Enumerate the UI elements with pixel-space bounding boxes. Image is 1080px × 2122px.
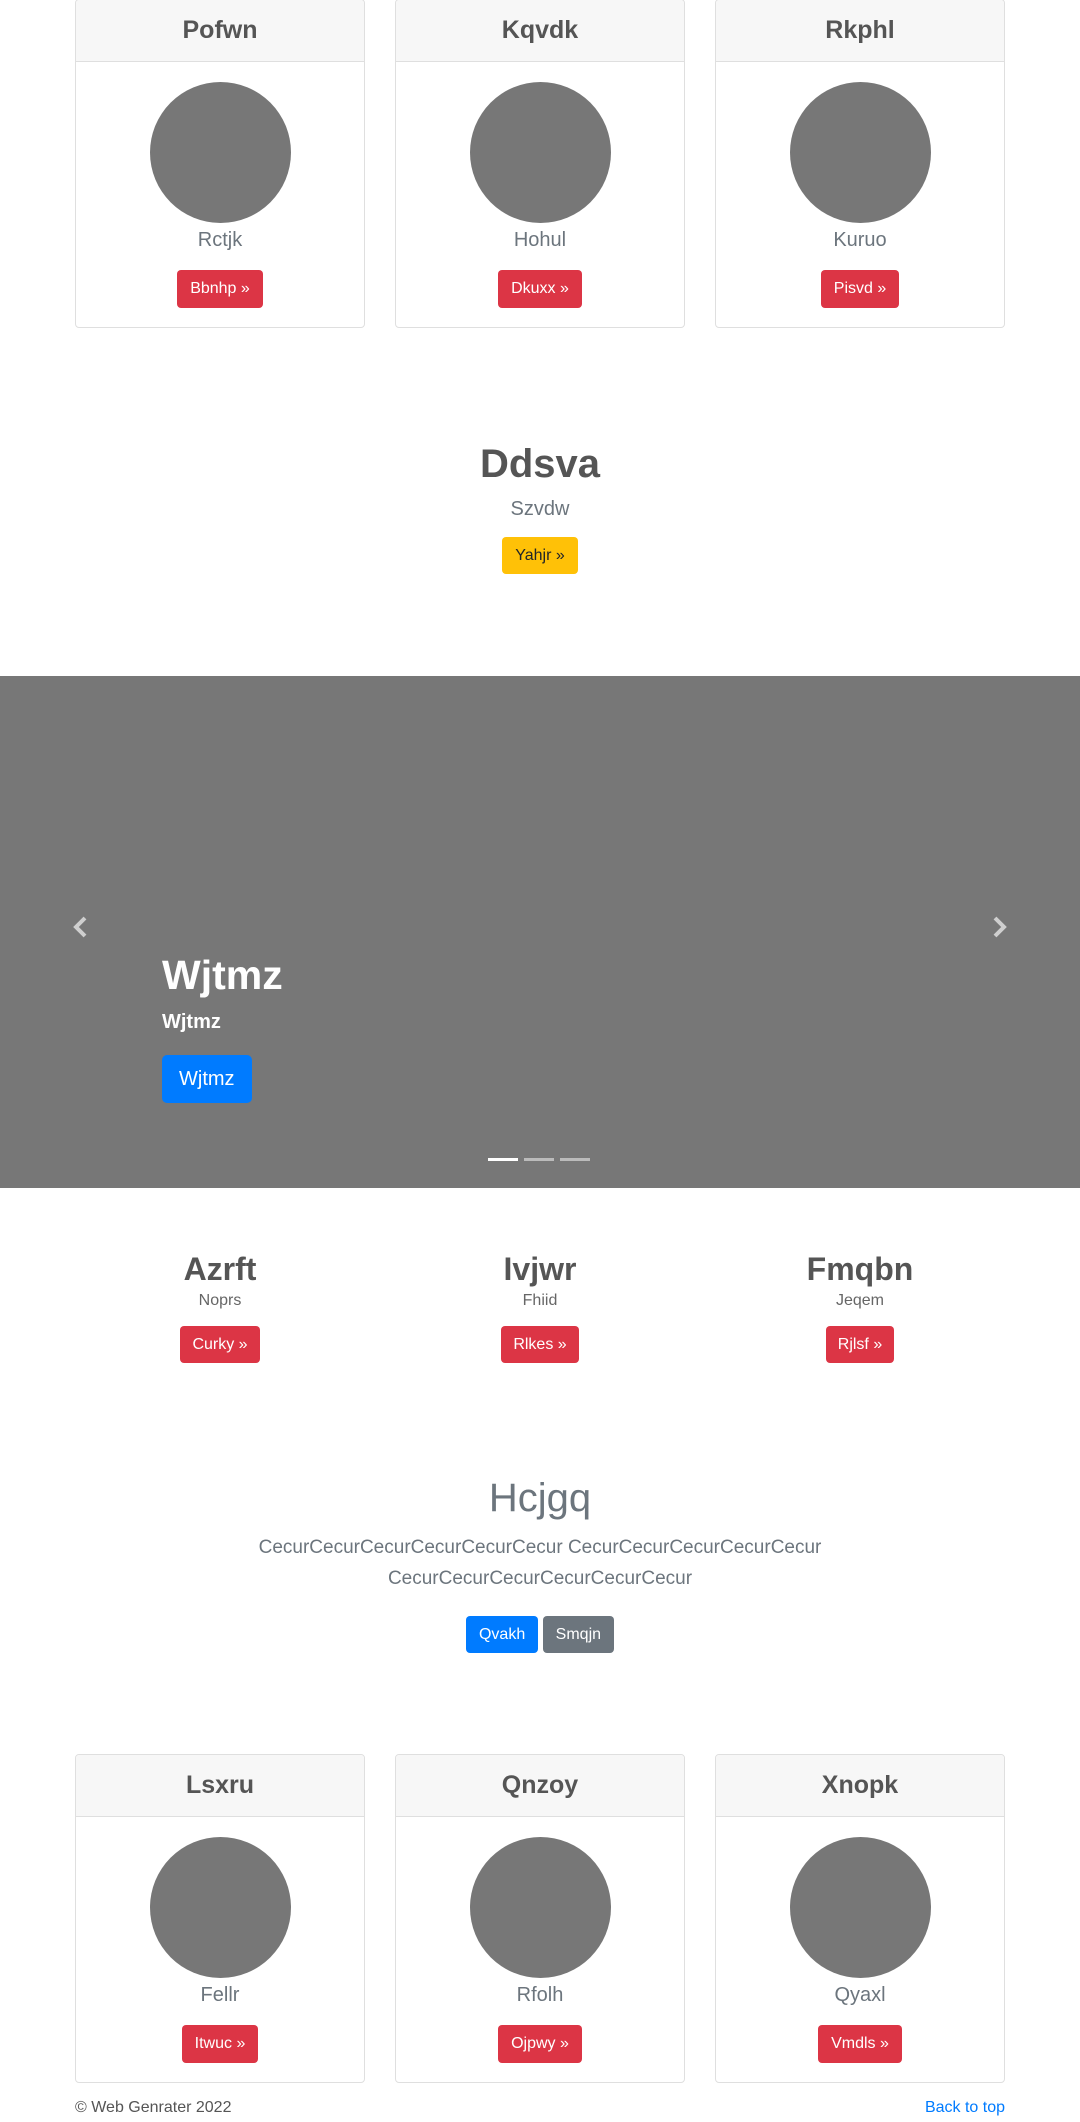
promo-subtitle: Szvdw [510,498,570,520]
footer-copyright: © Web Genrater 2022 [75,2099,232,2116]
card-top-2: Kqvdk Hohul Dkuxx » [395,0,685,328]
feature-button[interactable]: Curky » [180,1326,260,1364]
card-subtitle: Hohul [513,229,567,251]
hero-title: Hcjgq [488,1476,592,1520]
chevron-left-icon [73,916,87,938]
card-body: Qyaxl Vmdls » [716,1837,1004,2082]
feature-title: Fmqbn [806,1251,914,1287]
carousel-prev-button[interactable] [66,912,96,942]
feature-3: Fmqbn Jeqem Rjlsf » [710,1250,1010,1364]
card-body: Rctjk Bbnhp » [76,82,364,327]
carousel-caption-subtitle: Wjtmz [162,1011,221,1034]
card-title: Xnopk [716,1755,1004,1817]
card-button[interactable]: Ojpwy » [498,2025,582,2063]
feature-subtitle: Noprs [198,1292,242,1310]
hero-section: Hcjgq CecurCecurCecurCecurCecurCecur Cec… [0,1474,1080,1653]
card-button[interactable]: Vmdls » [818,2025,902,2063]
carousel-indicator-3[interactable] [560,1158,590,1161]
hero-text: CecurCecurCecurCecurCecurCecur CecurCecu… [258,1537,822,1589]
avatar-image [149,82,291,223]
card-subtitle: Qyaxl [834,1984,886,2006]
card-button[interactable]: Bbnhp » [177,270,263,308]
carousel-indicators [488,1158,590,1161]
card-bottom-2: Qnzoy Rfolh Ojpwy » [395,1754,685,2083]
hero-buttons: Qvakh Smqjn [0,1616,1080,1653]
card-title: Kqvdk [396,0,684,62]
card-button[interactable]: Pisvd » [820,270,900,308]
card-subtitle: Fellr [200,1984,240,2006]
card-body: Kuruo Pisvd » [716,82,1004,327]
feature-button[interactable]: Rlkes » [501,1326,579,1364]
card-button[interactable]: Dkuxx » [498,270,582,308]
promo-section: Ddsva Szvdw Yahjr » [0,440,1080,574]
carousel-caption-title: Wjtmz [162,952,283,998]
avatar-image [469,82,611,223]
promo-button[interactable]: Yahjr » [502,537,578,574]
card-body: Fellr Itwuc » [76,1837,364,2082]
carousel-caption-button[interactable]: Wjtmz [162,1055,252,1104]
avatar-image [149,1837,291,1978]
back-to-top-link[interactable]: Back to top [925,2099,1005,2117]
carousel: Wjtmz Wjtmz Wjtmz [0,676,1080,1188]
carousel-next-button[interactable] [984,912,1014,942]
card-subtitle: Rctjk [197,229,243,251]
carousel-caption: Wjtmz Wjtmz Wjtmz [162,951,283,1104]
feature-button[interactable]: Rjlsf » [825,1326,895,1364]
card-bottom-3: Xnopk Qyaxl Vmdls » [715,1754,1005,2083]
feature-title: Azrft [183,1251,257,1287]
carousel-indicator-2[interactable] [524,1158,554,1161]
chevron-right-icon [993,916,1007,938]
card-bottom-1: Lsxru Fellr Itwuc » [75,1754,365,2083]
card-subtitle: Rfolh [516,1984,564,2006]
card-button[interactable]: Itwuc » [181,2025,259,2063]
avatar-image [469,1837,611,1978]
avatar-image [789,1837,931,1978]
feature-1: Azrft Noprs Curky » [70,1250,370,1364]
feature-title: Ivjwr [503,1251,577,1287]
carousel-indicator-1[interactable] [488,1158,518,1161]
feature-subtitle: Fhiid [522,1292,558,1310]
card-title: Lsxru [76,1755,364,1817]
card-top-1: Pofwn Rctjk Bbnhp » [75,0,365,328]
feature-subtitle: Jeqem [835,1292,885,1310]
card-body: Hohul Dkuxx » [396,82,684,327]
feature-2: Ivjwr Fhiid Rlkes » [390,1250,690,1364]
avatar-image [789,82,931,223]
card-title: Qnzoy [396,1755,684,1817]
card-top-3: Rkphl Kuruo Pisvd » [715,0,1005,328]
promo-title: Ddsva [479,442,601,486]
hero-primary-button[interactable]: Qvakh [465,1616,539,1653]
card-title: Pofwn [76,0,364,62]
card-title: Rkphl [716,0,1004,62]
card-body: Rfolh Ojpwy » [396,1837,684,2082]
card-subtitle: Kuruo [833,229,887,251]
hero-secondary-button[interactable]: Smqjn [542,1616,615,1653]
